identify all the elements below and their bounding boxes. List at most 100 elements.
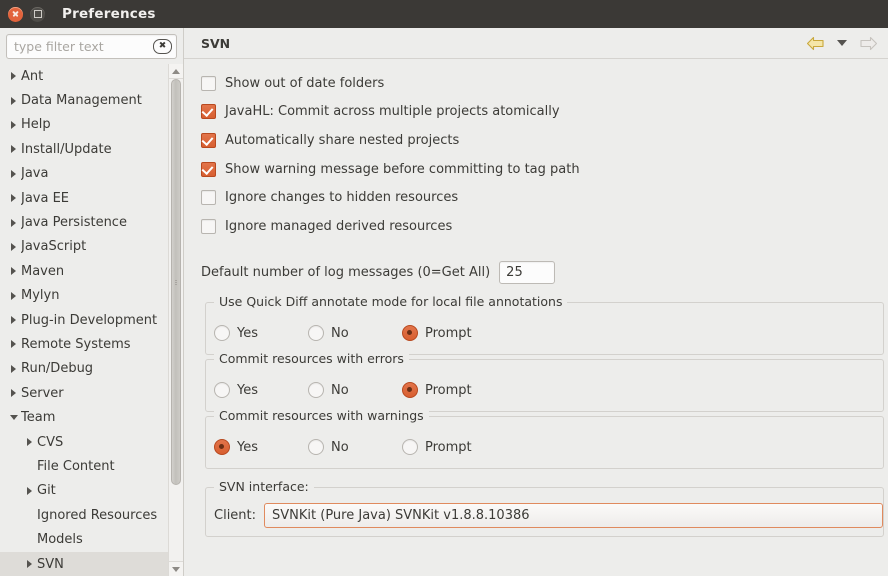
radio-selected-icon[interactable] [214, 439, 230, 456]
sidebar-item-plug-in-development[interactable]: Plug-in Development [0, 308, 169, 332]
collapse-triangle-icon[interactable] [6, 415, 21, 421]
expand-triangle-icon[interactable] [6, 120, 21, 129]
checkbox-row[interactable]: Show out of date folders [201, 69, 888, 98]
radio-options: Yes No Prompt [206, 417, 883, 468]
expand-triangle-icon[interactable] [6, 169, 21, 178]
clear-icon[interactable]: ✖ [153, 39, 172, 54]
checkbox-checked-icon[interactable] [201, 161, 216, 177]
expand-triangle-icon[interactable] [6, 242, 21, 251]
radio-option-no[interactable]: No [308, 382, 392, 399]
expand-triangle-icon[interactable] [6, 96, 21, 105]
checkbox-unchecked-icon[interactable] [201, 75, 216, 91]
radio-option-no[interactable]: No [308, 439, 392, 456]
radio-selected-icon[interactable] [402, 382, 418, 399]
sidebar-item-run-debug[interactable]: Run/Debug [0, 357, 169, 381]
radio-unselected-icon[interactable] [308, 382, 324, 399]
checkbox-row[interactable]: Ignore managed derived resources [201, 212, 888, 241]
sidebar-item-java[interactable]: Java [0, 162, 169, 186]
radio-unselected-icon[interactable] [402, 439, 418, 456]
log-messages-input[interactable]: 25 [499, 261, 556, 285]
preferences-content: SVN Show out of date folders JavaHL: Com… [184, 28, 888, 576]
expand-triangle-icon[interactable] [6, 340, 21, 349]
radio-option-yes[interactable]: Yes [214, 325, 298, 342]
sidebar-item-label: Ignored Resources [37, 507, 158, 523]
sidebar-item-install-update[interactable]: Install/Update [0, 137, 169, 161]
filter-area: type filter text ✖ [0, 28, 183, 64]
preferences-window: Preferences type filter text ✖ Ant Data M… [0, 0, 888, 576]
expand-triangle-icon[interactable] [22, 438, 37, 447]
expand-triangle-icon[interactable] [6, 218, 21, 227]
maximize-icon[interactable] [30, 6, 45, 22]
radio-unselected-icon[interactable] [308, 325, 324, 342]
sidebar-item-remote-systems[interactable]: Remote Systems [0, 332, 169, 356]
sidebar-item-maven[interactable]: Maven [0, 259, 169, 283]
sidebar-item-label: Maven [21, 263, 65, 279]
scroll-down-icon[interactable] [169, 561, 183, 576]
radio-option-yes[interactable]: Yes [214, 382, 298, 399]
radio-unselected-icon[interactable] [214, 325, 230, 342]
checkbox-row[interactable]: JavaHL: Commit across multiple projects … [201, 98, 888, 127]
sidebar-item-ant[interactable]: Ant [0, 64, 169, 88]
expand-triangle-icon[interactable] [6, 364, 21, 373]
client-select[interactable]: SVNKit (Pure Java) SVNKit v1.8.8.10386 [264, 503, 883, 529]
radio-option-prompt[interactable]: Prompt [402, 439, 472, 456]
sidebar-item-javascript[interactable]: JavaScript [0, 235, 169, 259]
expand-triangle-icon[interactable] [22, 486, 37, 495]
sidebar-item-git[interactable]: Git [0, 479, 169, 503]
expand-triangle-icon[interactable] [6, 267, 21, 276]
checkbox-row[interactable]: Ignore changes to hidden resources [201, 183, 888, 212]
search-input[interactable]: type filter text ✖ [6, 34, 177, 59]
chevron-down-icon[interactable] [837, 40, 847, 46]
checkbox-unchecked-icon[interactable] [201, 190, 216, 206]
expand-triangle-icon[interactable] [22, 560, 37, 568]
sidebar-item-java-ee[interactable]: Java EE [0, 186, 169, 210]
radio-option-prompt[interactable]: Prompt [402, 325, 472, 342]
expand-triangle-icon[interactable] [6, 194, 21, 203]
radio-group: Commit resources with warnings Yes No Promp… [205, 407, 884, 469]
checkbox-row[interactable]: Show warning message before committing t… [201, 155, 888, 184]
sidebar-item-team[interactable]: Team [0, 405, 169, 429]
sidebar-item-help[interactable]: Help [0, 113, 169, 137]
expand-triangle-icon[interactable] [6, 389, 21, 398]
radio-unselected-icon[interactable] [308, 439, 324, 456]
radio-unselected-icon[interactable] [214, 382, 230, 399]
sidebar-item-label: Server [21, 385, 64, 401]
sidebar-item-label: Java Persistence [21, 215, 127, 231]
radio-group-legend: Commit resources with errors [214, 350, 409, 366]
back-arrow-icon[interactable] [806, 36, 825, 51]
close-icon[interactable] [8, 6, 23, 22]
scroll-up-icon[interactable] [169, 64, 183, 79]
sidebar-item-models[interactable]: Models [0, 527, 169, 551]
expand-triangle-icon[interactable] [6, 316, 21, 325]
expand-triangle-icon[interactable] [6, 72, 21, 81]
svn-interface-group: SVN interface: Client: SVNKit (Pure Java… [205, 478, 884, 537]
expand-triangle-icon[interactable] [6, 145, 21, 154]
sidebar-item-cvs[interactable]: CVS [0, 430, 169, 454]
sidebar-item-java-persistence[interactable]: Java Persistence [0, 210, 169, 234]
checkbox-label: Show out of date folders [225, 75, 385, 91]
radio-group-legend: Use Quick Diff annotate mode for local f… [214, 293, 568, 309]
scrollbar-thumb[interactable] [171, 79, 181, 485]
sidebar-item-server[interactable]: Server [0, 381, 169, 405]
forward-arrow-icon [859, 36, 878, 51]
checkbox-unchecked-icon[interactable] [201, 218, 216, 234]
sidebar-scrollbar[interactable] [168, 64, 183, 576]
sidebar-item-label: Data Management [21, 93, 142, 109]
checkbox-checked-icon[interactable] [201, 132, 216, 148]
radio-option-no[interactable]: No [308, 325, 392, 342]
expand-triangle-icon[interactable] [6, 291, 21, 300]
radio-groups: Use Quick Diff annotate mode for local f… [201, 293, 888, 469]
radio-option-yes[interactable]: Yes [214, 439, 298, 456]
sidebar-item-svn[interactable]: SVN [0, 551, 169, 576]
sidebar-item-label: File Content [37, 458, 115, 474]
title-bar: Preferences [0, 0, 888, 28]
radio-option-prompt[interactable]: Prompt [402, 382, 472, 399]
checkbox-row[interactable]: Automatically share nested projects [201, 126, 888, 155]
sidebar-item-mylyn[interactable]: Mylyn [0, 284, 169, 308]
radio-selected-icon[interactable] [402, 325, 418, 342]
sidebar-item-label: Install/Update [21, 141, 112, 157]
sidebar-item-data-management[interactable]: Data Management [0, 88, 169, 112]
sidebar-item-file-content[interactable]: File Content [0, 454, 169, 478]
sidebar-item-ignored-resources[interactable]: Ignored Resources [0, 503, 169, 527]
checkbox-checked-icon[interactable] [201, 104, 216, 120]
